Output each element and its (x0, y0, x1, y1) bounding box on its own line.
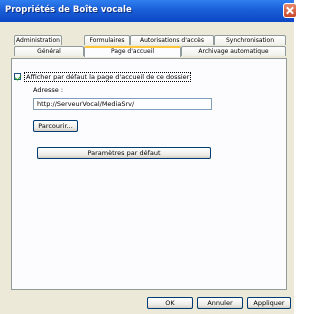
tab-label: Autorisations d'accès (140, 37, 204, 44)
tab-autorisations[interactable]: Autorisations d'accès (130, 35, 214, 45)
address-label: Adresse : (33, 86, 64, 94)
tab-page-accueil[interactable]: Page d'accueil (84, 46, 181, 57)
apply-button-label: Appliquer (253, 299, 285, 307)
browse-button-label: Parcourir... (38, 122, 73, 130)
cancel-button-label: Annuler (207, 299, 233, 307)
apply-button[interactable]: Appliquer (247, 297, 291, 309)
address-input[interactable]: http://ServeurVocal/MediaSrv/ (33, 98, 212, 110)
restore-defaults-label: Paramètres par défaut (87, 149, 161, 157)
browse-button[interactable]: Parcourir... (33, 120, 78, 132)
show-homepage-label[interactable]: Afficher par défaut la page d'accueil de… (24, 72, 192, 82)
close-icon[interactable] (283, 3, 297, 18)
tab-label: Page d'accueil (111, 48, 154, 55)
cancel-button[interactable]: Annuler (197, 297, 243, 309)
tab-administration[interactable]: Administration (14, 35, 62, 45)
tab-label: Synchronisation (225, 37, 275, 44)
tab-formulaires[interactable]: Formulaires (84, 35, 130, 45)
dialog-window: Propriétés de Boîte vocale Administratio… (0, 0, 297, 314)
tab-archivage[interactable]: Archivage automatique (181, 46, 286, 56)
title-bar[interactable]: Propriétés de Boîte vocale (0, 0, 297, 22)
tab-label: Archivage automatique (198, 48, 269, 55)
tab-label: Formulaires (89, 37, 125, 44)
tab-synchronisation[interactable]: Synchronisation (214, 35, 286, 45)
tab-label: Administration (16, 37, 60, 44)
tab-label: Général (37, 48, 61, 55)
window-title: Propriétés de Boîte vocale (5, 5, 132, 15)
show-homepage-checkbox[interactable] (14, 73, 21, 80)
ok-button[interactable]: OK (147, 297, 193, 309)
tab-general[interactable]: Général (14, 46, 84, 56)
ok-button-label: OK (165, 299, 175, 307)
restore-defaults-button[interactable]: Paramètres par défaut (37, 147, 211, 159)
